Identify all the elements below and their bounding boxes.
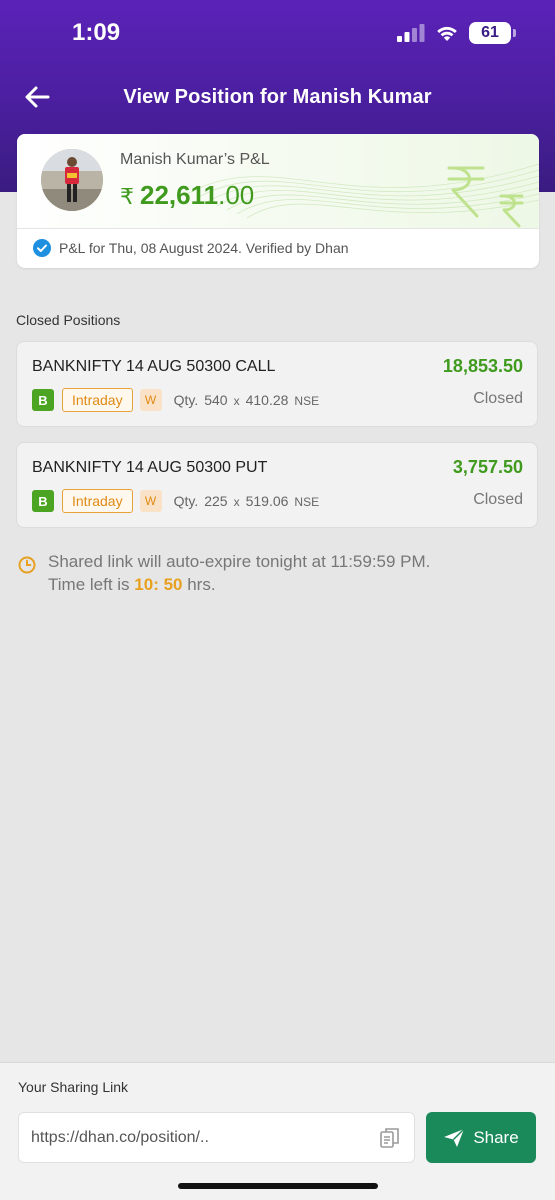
weekly-badge: W xyxy=(139,490,162,512)
time-left-suffix: hrs. xyxy=(187,575,216,594)
pnl-owner-name: Manish Kumar’s P&L xyxy=(120,151,270,168)
divider xyxy=(17,228,539,229)
expire-notice: Shared link will auto-expire tonight at … xyxy=(18,550,430,596)
time-left-prefix: Time left is xyxy=(48,575,130,594)
copy-icon[interactable] xyxy=(380,1127,400,1149)
exchange-label: NSE xyxy=(294,495,320,509)
avg-price: 519.06 xyxy=(245,493,289,509)
position-meta: B Intraday W Qty. 540 x 410.28 NSE xyxy=(32,388,319,412)
qty-value: 225 xyxy=(204,493,228,509)
quantity-info: Qty. 225 x 519.06 NSE xyxy=(174,493,320,509)
buy-badge: B xyxy=(32,490,54,512)
status-icons: 61 xyxy=(397,22,516,44)
position-name: BANKNIFTY 14 AUG 50300 CALL xyxy=(32,358,276,375)
battery-indicator: 61 xyxy=(469,22,516,44)
qty-value: 540 xyxy=(204,392,228,408)
rupee-decoration-icon xyxy=(447,166,524,228)
product-badge: Intraday xyxy=(62,489,133,513)
currency-symbol: ₹ xyxy=(120,184,134,209)
avg-price: 410.28 xyxy=(245,392,289,408)
position-pnl: 18,853.50 xyxy=(442,356,523,376)
pnl-amount-integer: 22,611 xyxy=(140,180,219,210)
product-badge: Intraday xyxy=(62,388,133,412)
weekly-badge: W xyxy=(139,389,162,411)
verified-check-icon xyxy=(33,239,51,257)
expire-line: Shared link will auto-expire tonight at … xyxy=(48,552,431,571)
qty-label: Qty. xyxy=(173,392,199,408)
avatar xyxy=(41,149,103,211)
share-button[interactable]: Share xyxy=(426,1112,536,1163)
buy-badge: B xyxy=(32,389,54,411)
qty-multiplier: x xyxy=(233,394,240,408)
exchange-label: NSE xyxy=(294,394,320,408)
home-indicator xyxy=(178,1183,378,1189)
page-title: View Position for Manish Kumar xyxy=(123,86,432,108)
position-pnl: 3,757.50 xyxy=(452,457,523,477)
sharing-title: Your Sharing Link xyxy=(18,1079,129,1095)
clock-icon xyxy=(18,556,36,574)
position-status: Closed xyxy=(473,390,523,407)
expire-text: Shared link will auto-expire tonight at … xyxy=(48,550,430,596)
position-meta: B Intraday W Qty. 225 x 519.06 NSE xyxy=(32,489,319,513)
wifi-icon xyxy=(437,26,457,41)
signal-icon xyxy=(397,24,425,42)
qty-label: Qty. xyxy=(173,493,199,509)
pnl-amount-decimal: .00 xyxy=(218,180,255,210)
sharing-link-field[interactable] xyxy=(18,1112,415,1163)
pnl-total-amount: ₹ 22,611 .00 xyxy=(120,180,254,211)
verified-row: P&L for Thu, 08 August 2024. Verified by… xyxy=(33,239,349,257)
closed-positions-title: Closed Positions xyxy=(16,312,121,328)
sharing-link-input[interactable] xyxy=(31,1113,371,1162)
status-time: 1:09 xyxy=(72,19,121,46)
position-card[interactable]: BANKNIFTY 14 AUG 50300 PUT 3,757.50 B In… xyxy=(16,442,538,528)
sharing-panel: Your Sharing Link Share xyxy=(0,1062,555,1200)
status-bar: 1:09 61 xyxy=(0,0,555,66)
qty-multiplier: x xyxy=(233,495,240,509)
position-status: Closed xyxy=(473,491,523,508)
pnl-card: Manish Kumar’s P&L ₹ 22,611 .00 P&L for … xyxy=(17,134,539,268)
avatar-photo xyxy=(41,149,103,211)
share-label: Share xyxy=(473,1127,519,1147)
nav-bar: View Position for Manish Kumar xyxy=(0,70,555,126)
time-left-line: Time left is 10: 50 hrs. xyxy=(48,573,430,596)
position-name: BANKNIFTY 14 AUG 50300 PUT xyxy=(32,459,268,476)
pnl-card-top: Manish Kumar’s P&L ₹ 22,611 .00 xyxy=(17,134,539,228)
time-left-value: 10: 50 xyxy=(134,575,183,594)
verified-text: P&L for Thu, 08 August 2024. Verified by… xyxy=(59,240,349,256)
position-card[interactable]: BANKNIFTY 14 AUG 50300 CALL 18,853.50 B … xyxy=(16,341,538,427)
send-icon xyxy=(444,1127,465,1147)
quantity-info: Qty. 540 x 410.28 NSE xyxy=(174,392,320,408)
